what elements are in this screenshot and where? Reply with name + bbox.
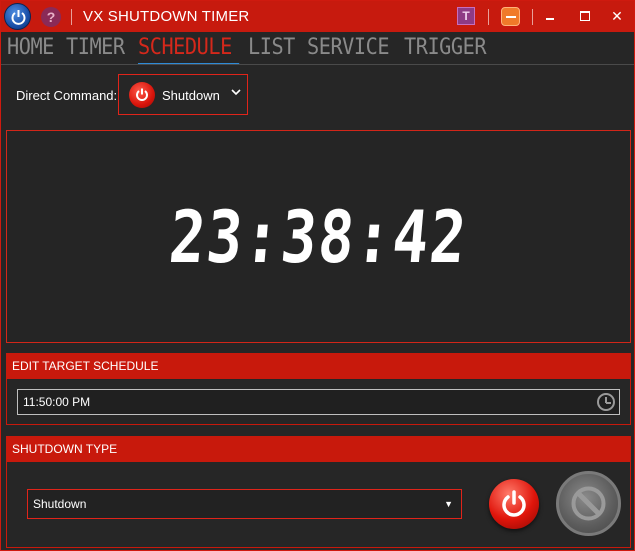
clock-panel: 23:38:42 (6, 130, 631, 343)
direct-command-value: Shutdown (162, 88, 220, 103)
main-menu: HOME TIMER SCHEDULE LIST SERVICE TRIGGER (7, 35, 493, 65)
app-window: ? VX SHUTDOWN TIMER T ✕ HOME TIMER SCHED… (0, 0, 635, 551)
minimize-icon[interactable] (541, 7, 559, 25)
direct-command-label: Direct Command: (16, 88, 118, 103)
tab-service[interactable]: SERVICE (307, 35, 390, 63)
toolbar-separator (532, 9, 533, 25)
shutdown-type-dropdown[interactable]: Shutdown ▼ (27, 489, 462, 519)
t-icon[interactable]: T (457, 7, 475, 25)
title-separator (71, 9, 72, 25)
edit-schedule-header: EDIT TARGET SCHEDULE (6, 353, 631, 379)
close-icon[interactable]: ✕ (608, 7, 626, 25)
title-bar[interactable]: ? VX SHUTDOWN TIMER T ✕ (1, 1, 634, 32)
help-icon[interactable]: ? (41, 7, 61, 27)
chevron-down-icon (231, 86, 241, 100)
tab-trigger[interactable]: TRIGGER (404, 35, 487, 63)
clock-icon[interactable] (597, 393, 615, 411)
maximize-icon[interactable] (576, 7, 594, 25)
direct-command-dropdown[interactable]: Shutdown (118, 74, 248, 115)
tab-schedule[interactable]: SCHEDULE (137, 35, 239, 65)
digital-clock: 23:38:42 (166, 195, 471, 279)
dropdown-arrow-icon: ▼ (444, 499, 453, 509)
start-shutdown-button[interactable] (489, 479, 539, 529)
tab-list[interactable]: LIST (248, 35, 295, 63)
cancel-button[interactable] (556, 471, 621, 536)
shutdown-type-value: Shutdown (33, 497, 87, 511)
tab-timer[interactable]: TIMER (66, 35, 125, 63)
menu-divider (1, 64, 634, 65)
cancel-icon (571, 486, 606, 521)
window-title: VX SHUTDOWN TIMER (83, 8, 250, 25)
shutdown-type-header: SHUTDOWN TYPE (6, 436, 631, 462)
minimize-to-tray-icon[interactable] (501, 7, 520, 26)
power-icon (129, 82, 155, 108)
tab-home[interactable]: HOME (7, 35, 54, 63)
power-icon (502, 490, 526, 517)
toolbar-separator (488, 9, 489, 25)
schedule-time-input[interactable]: 11:50:00 PM (17, 389, 620, 415)
schedule-time-value: 11:50:00 PM (23, 395, 91, 409)
power-icon[interactable] (4, 3, 31, 30)
